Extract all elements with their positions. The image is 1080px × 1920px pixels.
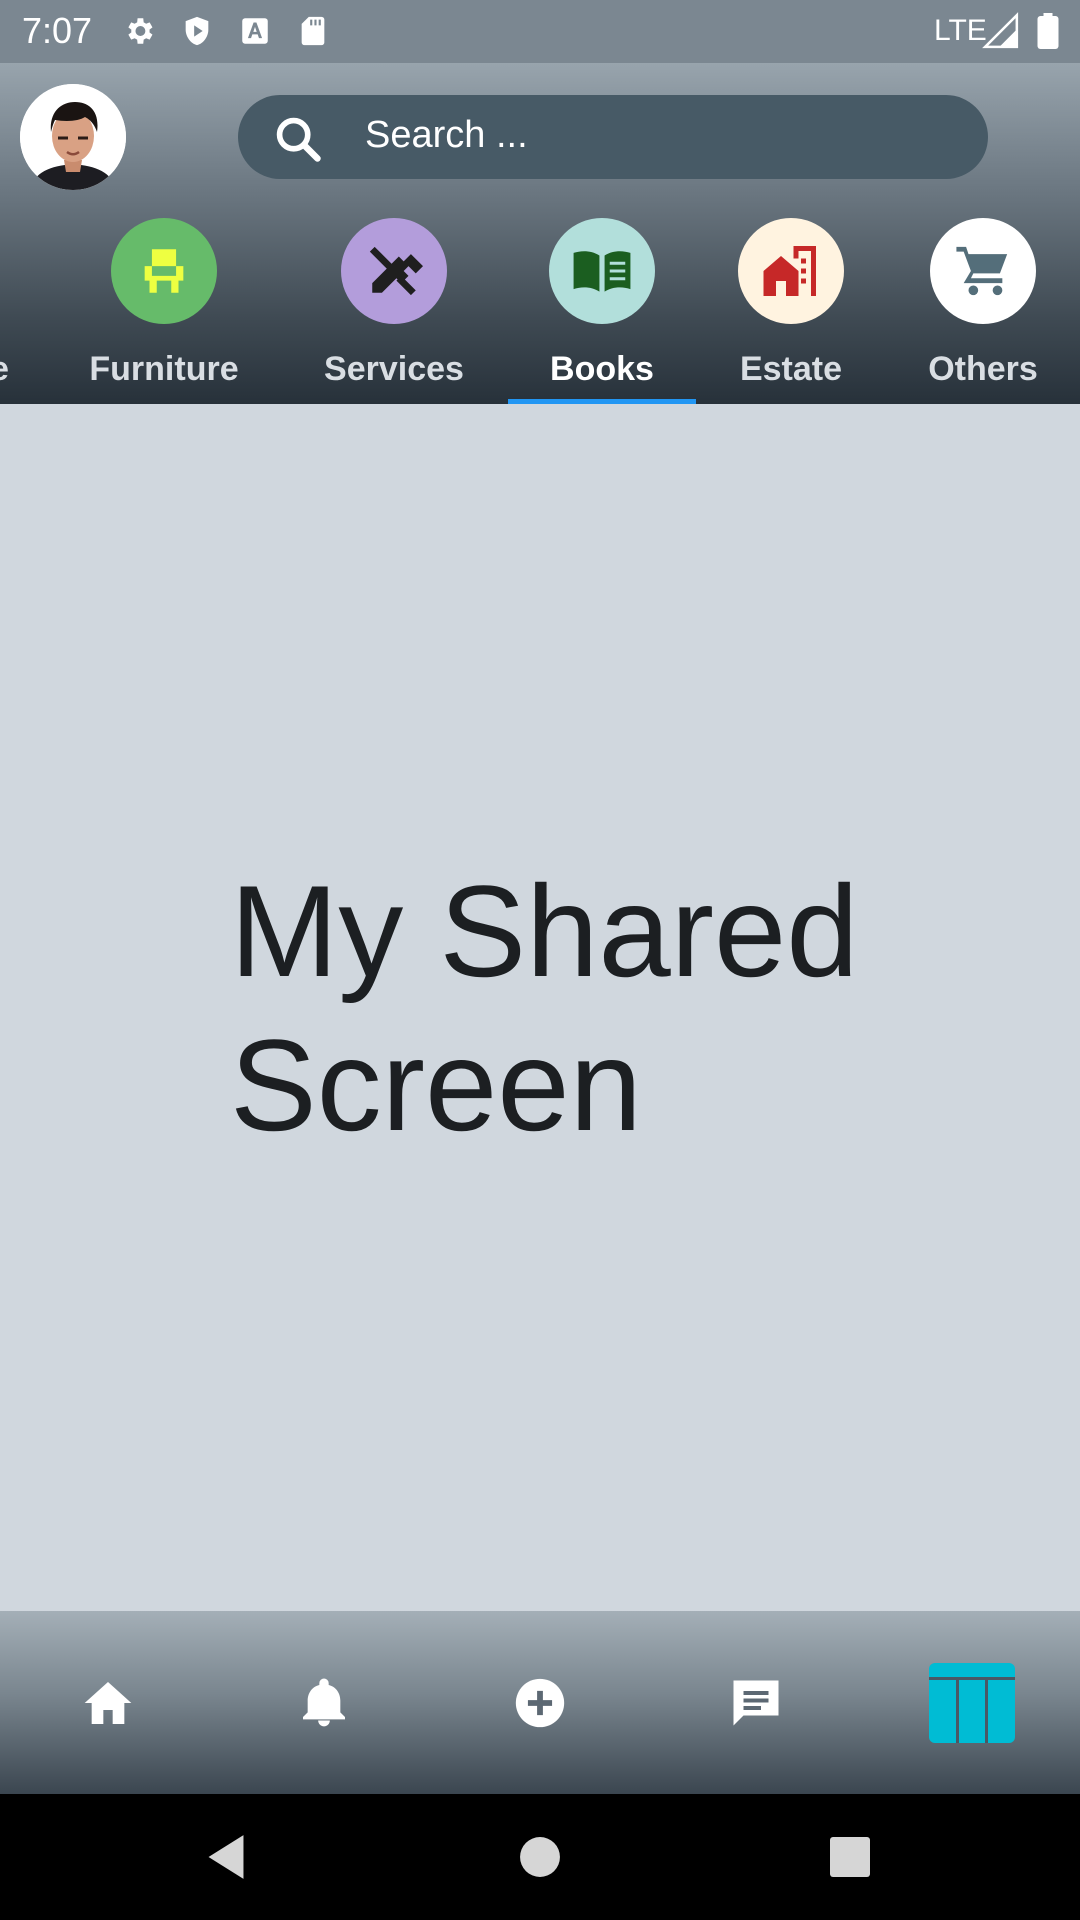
shield-play-icon [185,16,209,46]
status-bar: 7:07 LTE [0,0,1080,63]
font-a-icon [242,18,268,44]
tab-services-label: Services [324,350,464,388]
screen-title: My Shared Screen [230,858,859,1158]
bottom-navigation [0,1611,1080,1794]
home-circle-icon [520,1837,560,1877]
system-back-button[interactable] [166,1794,286,1920]
tab-services-circle [341,218,447,324]
tab-others-label: Others [928,350,1038,388]
tab-estate-circle [738,218,844,324]
user-avatar[interactable] [20,84,126,190]
tab-books-circle [549,218,655,324]
tab-furniture[interactable]: Furniture [76,213,252,404]
app-header: Search ... e Furniture Services Books [0,63,1080,404]
nav-messages[interactable] [648,1611,864,1794]
tab-others[interactable]: Others [898,213,1068,404]
chat-icon [733,1680,779,1725]
system-recents-button[interactable] [790,1794,910,1920]
avatar-portrait [20,84,126,190]
settings-icon [128,18,153,44]
tab-furniture-circle [111,218,217,324]
tab-books[interactable]: Books [508,213,696,404]
open-book-icon [573,251,631,292]
tab-estate-label: Estate [739,350,843,388]
tab-furniture-label: Furniture [89,350,239,388]
sd-card-icon [301,16,325,46]
tab-services[interactable]: Services [306,213,482,404]
tab-others-circle [930,218,1036,324]
add-circle-icon [515,1678,565,1727]
partial-tab-label[interactable]: e [0,350,9,389]
back-icon [208,1835,244,1879]
recents-icon [830,1837,870,1877]
search-icon[interactable] [272,113,324,165]
search-input[interactable]: Search ... [365,114,528,157]
house-building-icon [763,246,816,296]
home-icon [84,1681,132,1724]
bell-icon [303,1678,345,1726]
nav-notifications[interactable] [216,1611,432,1794]
signal-icon [982,12,1019,49]
system-navigation-bar [0,1794,1080,1920]
nav-home[interactable] [0,1611,216,1794]
battery-icon [1037,13,1059,49]
system-home-button[interactable] [480,1794,600,1920]
search-bar[interactable]: Search ... [238,95,988,179]
tools-icon [369,246,423,296]
main-content: My Shared Screen [0,404,1080,1611]
nav-shared-screen[interactable] [864,1611,1080,1794]
nav-add[interactable] [432,1611,648,1794]
network-type: LTE [934,14,987,47]
tab-estate[interactable]: Estate [706,213,876,404]
tab-books-label: Books [550,350,654,388]
cart-icon [956,246,1008,296]
status-time: 7:07 [22,10,93,51]
shared-screen-icon [929,1662,1015,1743]
armchair-icon [144,249,184,293]
